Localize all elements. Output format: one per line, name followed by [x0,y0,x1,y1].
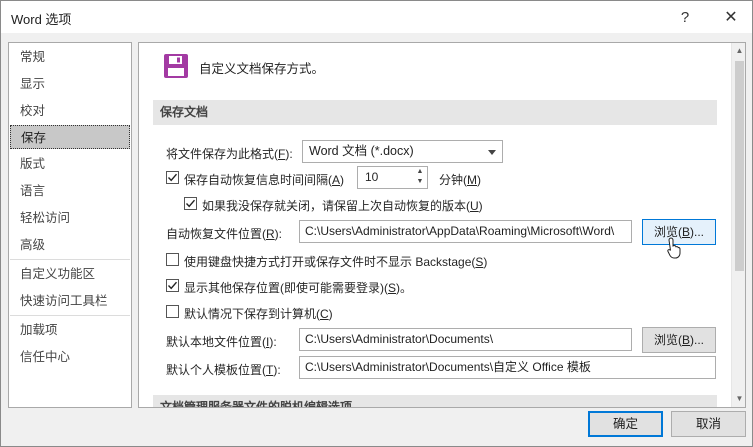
mouse-cursor-icon [667,237,681,259]
save-icon [164,54,188,78]
options-sidebar: 常规 显示 校对 保存 版式 语言 轻松访问 高级 自定义功能区 快速访问工具栏… [8,42,132,408]
title-bar: Word 选项 ? ✕ [1,1,752,33]
save-format-select[interactable]: Word 文档 (*.docx) [302,140,503,163]
save-options-panel: 自定义文档保存方式。 保存文档 将文件保存为此格式(F): Word 文档 (*… [138,42,746,408]
save-to-computer-label: 默认情况下保存到计算机(C) [184,307,333,321]
autorecover-minutes-stepper[interactable]: 10 ▲ ▼ [357,166,428,189]
panel-header: 自定义文档保存方式。 [199,62,325,76]
sidebar-item-save[interactable]: 保存 [10,125,130,149]
close-button[interactable]: ✕ [713,1,749,33]
template-location-label: 默认个人模板位置(T): [166,363,281,377]
browse-local-button[interactable]: 浏览(B)... [642,327,716,353]
sidebar-item-language[interactable]: 语言 [10,179,130,203]
help-button[interactable]: ? [667,1,703,33]
checkmark-icon [167,173,178,182]
checkmark-icon [185,199,196,208]
sidebar-item-proofing[interactable]: 校对 [10,99,130,123]
sidebar-divider [10,259,130,260]
show-other-locations-label: 显示其他保存位置(即使可能需要登录)(S)。 [184,281,413,295]
local-location-input[interactable]: C:\Users\Administrator\Documents\ [299,328,632,351]
autorecover-checkbox[interactable] [166,171,179,184]
checkmark-icon [167,281,178,290]
word-options-dialog: Word 选项 ? ✕ 常规 显示 校对 保存 版式 语言 轻松访问 高级 自定… [0,0,753,447]
spin-up-icon[interactable]: ▲ [413,167,427,177]
sidebar-item-general[interactable]: 常规 [10,45,130,69]
sidebar-item-advanced[interactable]: 高级 [10,233,130,257]
save-format-label: 将文件保存为此格式(F): [166,147,293,161]
no-backstage-checkbox[interactable] [166,253,179,266]
keep-last-version-checkbox[interactable] [184,197,197,210]
sidebar-item-quick-access-toolbar[interactable]: 快速访问工具栏 [10,289,130,313]
sidebar-item-addins[interactable]: 加载项 [10,318,130,342]
window-title: Word 选项 [11,12,72,27]
minutes-label: 分钟(M) [439,173,481,187]
sidebar-item-layout[interactable]: 版式 [10,152,130,176]
sidebar-item-trust-center[interactable]: 信任中心 [10,345,130,369]
scroll-up-icon[interactable]: ▲ [732,43,745,59]
autorecover-location-input[interactable]: C:\Users\Administrator\AppData\Roaming\M… [299,220,632,243]
scroll-down-icon[interactable]: ▼ [732,391,745,407]
local-location-label: 默认本地文件位置(I): [166,335,277,349]
sidebar-divider [10,315,130,316]
autorecover-location-label: 自动恢复文件位置(R): [166,227,283,241]
keep-last-version-label: 如果我没保存就关闭，请保留上次自动恢复的版本(U) [202,199,483,213]
show-other-locations-checkbox[interactable] [166,279,179,292]
autorecover-minutes-value: 10 [365,170,379,184]
ok-button[interactable]: 确定 [588,411,663,437]
chevron-down-icon [488,150,496,155]
section-offline-editing: 文档管理服务器文件的脱机编辑选项 [153,395,717,407]
autorecover-label: 保存自动恢复信息时间间隔(A) [184,173,345,187]
save-format-value: Word 文档 (*.docx) [309,144,414,158]
no-backstage-label: 使用键盘快捷方式打开或保存文件时不显示 Backstage(S) [184,255,488,269]
template-location-input[interactable]: C:\Users\Administrator\Documents\自定义 Off… [299,356,716,379]
spin-down-icon[interactable]: ▼ [413,177,427,187]
cancel-button[interactable]: 取消 [671,411,746,437]
sidebar-item-accessibility[interactable]: 轻松访问 [10,206,130,230]
content-scrollbar[interactable]: ▲ ▼ [731,43,745,407]
sidebar-item-customize-ribbon[interactable]: 自定义功能区 [10,262,130,286]
section-save-documents: 保存文档 [153,100,717,125]
sidebar-item-display[interactable]: 显示 [10,72,130,96]
scrollbar-thumb[interactable] [735,61,744,271]
save-to-computer-checkbox[interactable] [166,305,179,318]
